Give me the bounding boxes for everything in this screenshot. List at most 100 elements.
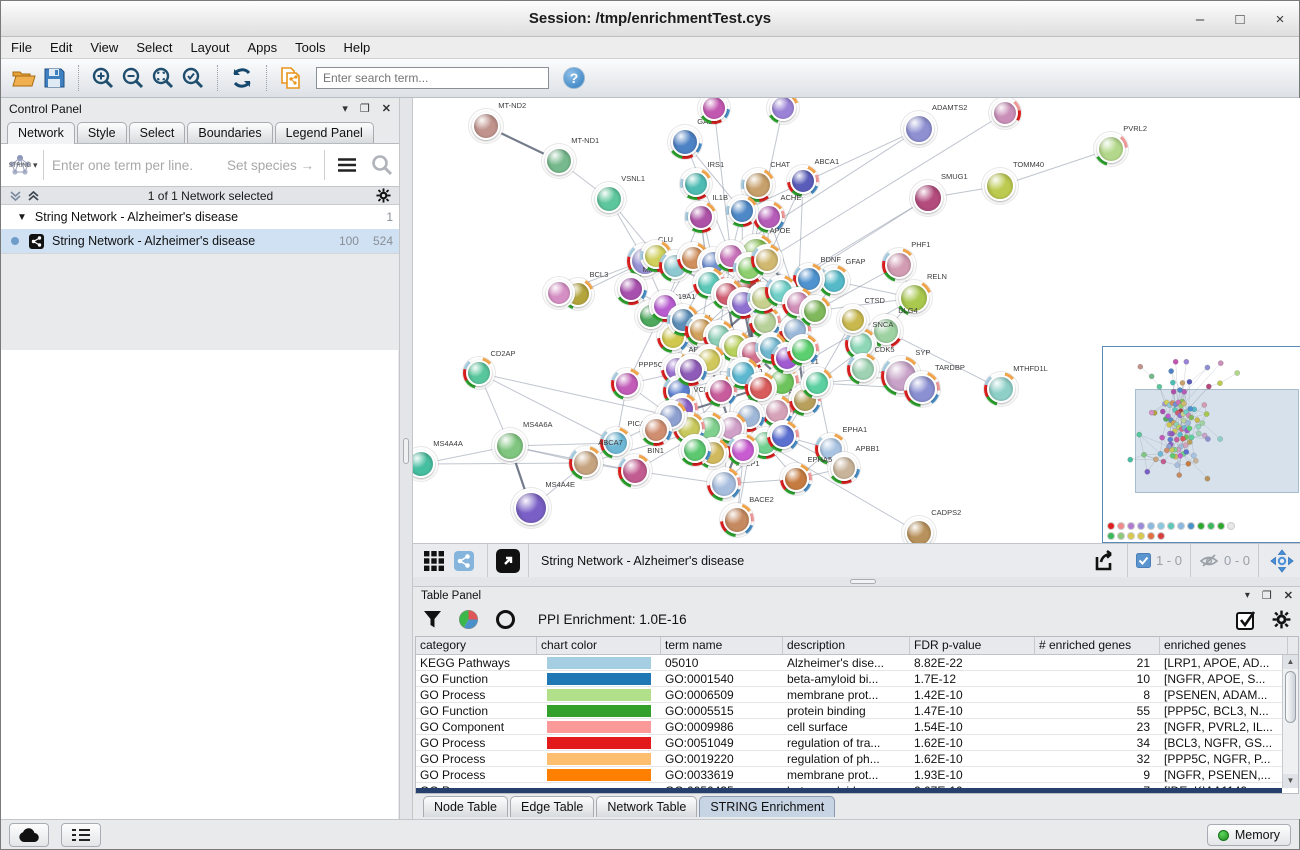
table-row[interactable]: KEGG Pathways05010Alzheimer's dise...8.8… bbox=[416, 655, 1282, 671]
menu-tools[interactable]: Tools bbox=[295, 40, 325, 55]
scroll-down-icon[interactable]: ▼ bbox=[1283, 774, 1298, 788]
table-tab-node-table[interactable]: Node Table bbox=[423, 796, 508, 817]
close-button[interactable]: × bbox=[1271, 11, 1289, 28]
table-tab-network-table[interactable]: Network Table bbox=[596, 796, 697, 817]
zoom-fit-icon[interactable] bbox=[148, 64, 178, 92]
birdseye-toggle-icon[interactable] bbox=[1267, 547, 1297, 575]
network-node-irs1[interactable]: IRS1 bbox=[680, 168, 712, 200]
grid-view-icon[interactable] bbox=[419, 547, 449, 575]
table-scrollbar[interactable]: ▲ ▼ bbox=[1282, 655, 1298, 788]
splitter-handle[interactable] bbox=[403, 438, 409, 464]
table-row[interactable]: GO ComponentGO:0009986cell surface1.54E-… bbox=[416, 719, 1282, 735]
menu-select[interactable]: Select bbox=[136, 40, 172, 55]
network-node-tomm40[interactable]: TOMM40 bbox=[982, 168, 1018, 204]
column-header-fdr-p-value[interactable]: FDR p-value bbox=[910, 637, 1035, 654]
table-row[interactable]: GO FunctionGO:0001540beta-amyloid bi...1… bbox=[416, 671, 1282, 687]
tab-select[interactable]: Select bbox=[129, 122, 186, 143]
network-node[interactable] bbox=[799, 295, 831, 327]
network-node-abca7[interactable]: ABCA7 bbox=[569, 446, 603, 480]
species-selector[interactable]: Set species → bbox=[227, 158, 314, 173]
column-header-enriched-genes[interactable]: enriched genes bbox=[1160, 637, 1288, 654]
search-input[interactable] bbox=[316, 67, 549, 89]
zoom-selected-icon[interactable] bbox=[178, 64, 208, 92]
task-list-button[interactable] bbox=[61, 823, 101, 847]
network-node-mme[interactable]: MME bbox=[615, 273, 647, 305]
table-tab-string-enrichment[interactable]: STRING Enrichment bbox=[699, 796, 835, 817]
enrichment-chart-icon[interactable] bbox=[458, 609, 479, 630]
table-tab-edge-table[interactable]: Edge Table bbox=[510, 796, 594, 817]
network-node-cdk5[interactable]: CDK5 bbox=[847, 353, 879, 385]
network-node[interactable] bbox=[751, 244, 783, 276]
network-node-gab2[interactable]: GAB2 bbox=[668, 125, 702, 159]
table-row[interactable]: GO ProcessGO:0051049regulation of tra...… bbox=[416, 735, 1282, 751]
string-query-input[interactable] bbox=[52, 158, 227, 173]
maximize-button[interactable]: □ bbox=[1231, 11, 1249, 28]
network-node-ctsd[interactable]: CTSD bbox=[837, 304, 869, 336]
string-share-icon[interactable] bbox=[449, 547, 479, 575]
network-node-mt-nd2[interactable]: MT-ND2 bbox=[469, 109, 503, 143]
network-node-epha5[interactable]: EPHA5 bbox=[780, 463, 812, 495]
network-node-il1b[interactable]: IL1B bbox=[685, 201, 717, 233]
table-panel-menu-icon[interactable]: ▾ bbox=[1245, 590, 1250, 601]
select-all-checkbox-icon[interactable] bbox=[1236, 610, 1256, 630]
network-node-mthfd1l[interactable]: MTHFD1L bbox=[984, 372, 1018, 406]
tab-network[interactable]: Network bbox=[7, 122, 75, 144]
network-node[interactable] bbox=[801, 367, 833, 399]
column-header-chart-color[interactable]: chart color bbox=[537, 637, 661, 654]
column-header--enriched-genes[interactable]: # enriched genes bbox=[1035, 637, 1160, 654]
menu-edit[interactable]: Edit bbox=[50, 40, 72, 55]
collapse-all-icon[interactable] bbox=[9, 190, 22, 202]
panel-close-icon[interactable]: ✕ bbox=[382, 102, 391, 115]
query-search-icon[interactable] bbox=[371, 154, 393, 176]
network-row[interactable]: String Network - Alzheimer's disease 100… bbox=[1, 229, 399, 253]
table-panel-float-icon[interactable]: ❐ bbox=[1262, 589, 1272, 602]
network-node-cadps2[interactable]: CADPS2 bbox=[902, 516, 936, 543]
menu-apps[interactable]: Apps bbox=[248, 40, 278, 55]
refresh-icon[interactable] bbox=[227, 64, 257, 92]
network-node-cd2ap[interactable]: CD2AP bbox=[463, 357, 495, 389]
cloud-button[interactable] bbox=[9, 823, 49, 847]
table-row[interactable]: GO ProcessGO:0033619membrane prot...1.93… bbox=[416, 767, 1282, 783]
column-header-category[interactable]: category bbox=[416, 637, 537, 654]
table-row[interactable]: GO ProcessGO:0019220regulation of ph...1… bbox=[416, 751, 1282, 767]
scrollbar-thumb[interactable] bbox=[1285, 671, 1296, 723]
network-node-ms4a6a[interactable]: MS4A6A bbox=[492, 428, 528, 464]
network-node[interactable] bbox=[675, 354, 707, 386]
tab-style[interactable]: Style bbox=[77, 122, 127, 143]
minimize-button[interactable]: – bbox=[1191, 11, 1209, 28]
tree-expander-icon[interactable]: ▼ bbox=[17, 212, 27, 223]
memory-button[interactable]: Memory bbox=[1207, 824, 1291, 846]
enrichment-ring-icon[interactable] bbox=[495, 609, 516, 630]
birdseye-view[interactable] bbox=[1102, 346, 1300, 543]
network-node-smug1[interactable]: SMUG1 bbox=[910, 180, 946, 216]
column-header-description[interactable]: description bbox=[783, 637, 910, 654]
menu-layout[interactable]: Layout bbox=[190, 40, 229, 55]
filter-funnel-icon[interactable] bbox=[423, 610, 442, 629]
table-panel-close-icon[interactable]: ✕ bbox=[1284, 589, 1293, 602]
network-node-pvrl2[interactable]: PVRL2 bbox=[1094, 132, 1128, 166]
expand-all-icon[interactable] bbox=[27, 190, 40, 202]
tab-boundaries[interactable]: Boundaries bbox=[187, 122, 272, 143]
network-node[interactable] bbox=[640, 414, 672, 446]
vertical-splitter[interactable] bbox=[400, 98, 413, 819]
network-canvas[interactable]: MT-ND2MT-ND1VSNL1GAB2ADAMTS2PVRL2TOMM40S… bbox=[413, 98, 1300, 543]
zoom-out-icon[interactable] bbox=[118, 64, 148, 92]
network-node[interactable] bbox=[989, 98, 1021, 129]
hsplitter-handle[interactable] bbox=[850, 579, 876, 584]
clone-network-icon[interactable] bbox=[276, 64, 306, 92]
string-logo-icon[interactable]: STRING ▾ bbox=[7, 153, 41, 177]
menu-file[interactable]: File bbox=[11, 40, 32, 55]
network-node[interactable] bbox=[727, 434, 759, 466]
open-session-button[interactable] bbox=[9, 64, 39, 92]
scroll-up-icon[interactable]: ▲ bbox=[1283, 655, 1298, 669]
network-node[interactable] bbox=[726, 195, 758, 227]
network-node-bace2[interactable]: BACE2 bbox=[720, 503, 754, 537]
panel-menu-icon[interactable]: ▾ bbox=[342, 102, 348, 115]
help-icon[interactable]: ? bbox=[563, 67, 585, 89]
open-in-window-icon[interactable] bbox=[496, 549, 520, 573]
horizontal-splitter[interactable] bbox=[413, 577, 1300, 586]
save-session-button[interactable] bbox=[39, 64, 69, 92]
network-node-ms4a4e[interactable]: MS4A4E bbox=[511, 488, 551, 528]
network-options-gear-icon[interactable] bbox=[376, 188, 391, 203]
table-row[interactable]: GO ProcessGO:0006509membrane prot...1.42… bbox=[416, 687, 1282, 703]
